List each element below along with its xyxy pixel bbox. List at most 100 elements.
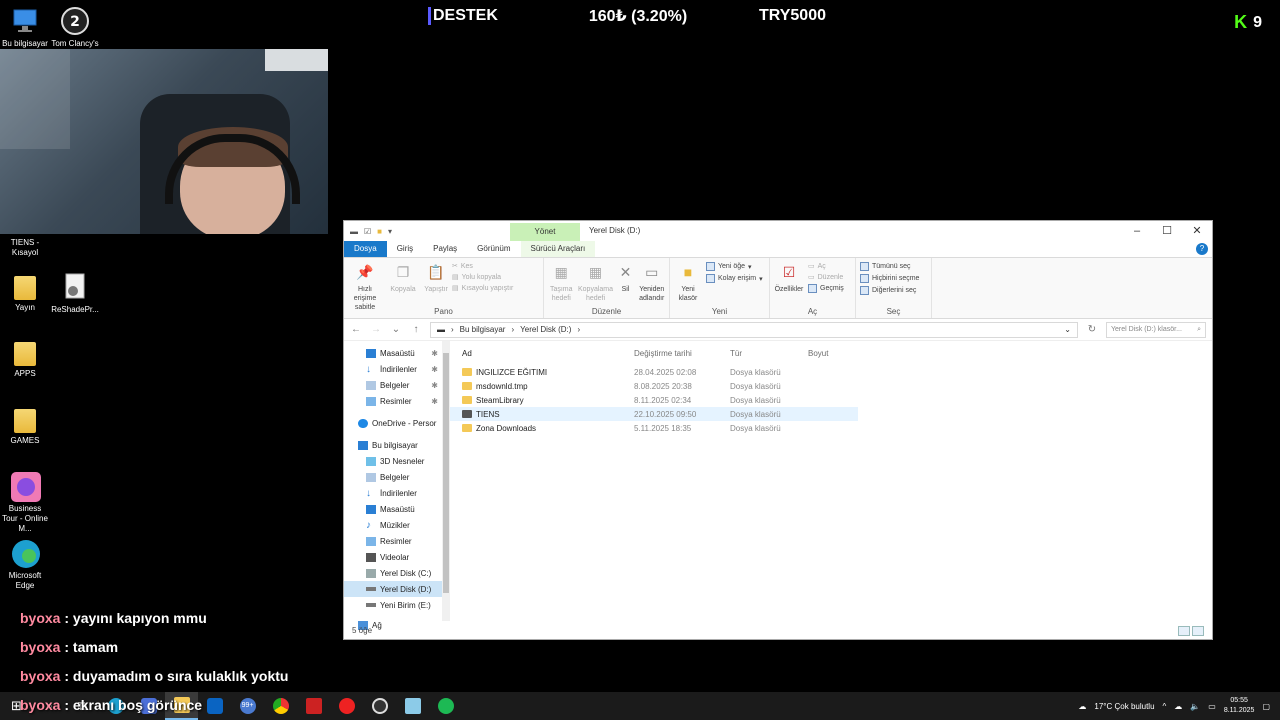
nav-item-drive-d[interactable]: Yerel Disk (D:) — [344, 581, 450, 597]
scrollbar-thumb[interactable] — [443, 353, 449, 593]
file-name: INGILIZCE EĞITIMI — [476, 367, 548, 377]
tab-drive-tools[interactable]: Sürücü Araçları — [520, 241, 596, 257]
desktop-icon-games[interactable]: GAMES — [0, 405, 50, 446]
help-icon[interactable]: ? — [1196, 243, 1208, 255]
column-date[interactable]: Değiştirme tarihi — [634, 349, 730, 358]
nav-item-downloads[interactable]: ↓ İndirilenler ✱ — [344, 361, 450, 377]
tray-chevron-icon[interactable]: ^ — [1163, 702, 1167, 711]
file-name: SteamLibrary — [476, 395, 524, 405]
chat-separator: : — [60, 668, 73, 684]
nav-item-onedrive[interactable]: OneDrive - Persor — [344, 415, 450, 431]
taskbar-spotify[interactable] — [429, 692, 462, 720]
desktop-icon-reshade[interactable]: ReShadePr... — [50, 272, 100, 315]
history-button[interactable]: Geçmiş — [808, 284, 844, 293]
file-name: TIENS — [476, 409, 500, 419]
select-none-icon — [860, 274, 869, 283]
edit-button[interactable]: ▭ Düzenle — [808, 273, 844, 282]
nav-item-pictures[interactable]: Resimler ✱ — [344, 393, 450, 409]
taskbar-voicemeeter[interactable] — [297, 692, 330, 720]
taskbar-notepad[interactable] — [396, 692, 429, 720]
desktop-icon-business-tour[interactable]: Business Tour - Online M... — [0, 471, 50, 534]
details-view-icon[interactable] — [1178, 626, 1190, 636]
desktop-icon-apps[interactable]: APPS — [0, 338, 50, 379]
document-icon — [366, 380, 376, 390]
obs-icon — [371, 698, 388, 714]
table-row[interactable]: Zona Downloads 5.11.2025 18:35 Dosya kla… — [450, 421, 858, 435]
column-name[interactable]: Ad — [462, 349, 634, 358]
new-item-button[interactable]: Yeni öğe ▾ — [706, 262, 763, 271]
refresh-icon[interactable]: ↻ — [1086, 324, 1098, 335]
breadcrumb-drive-d[interactable]: Yerel Disk (D:) — [520, 325, 571, 334]
open-button[interactable]: ▭ Aç — [808, 262, 844, 271]
taskbar-discord[interactable]: 99+ — [231, 692, 264, 720]
cut-button[interactable]: ✂ Kes — [452, 262, 513, 271]
folder-icon — [462, 396, 472, 404]
recent-dropdown-icon[interactable]: ⌄ — [390, 324, 402, 335]
nav-item-desktop-pc[interactable]: Masaüstü — [344, 501, 450, 517]
desktop-icon-this-pc[interactable]: Bu bilgisayar — [0, 6, 50, 49]
desktop-icon-yayin[interactable]: Yayın — [0, 272, 50, 313]
desktop-icon-edge[interactable]: Microsoft Edge — [0, 538, 50, 591]
tab-home[interactable]: Giriş — [387, 241, 423, 257]
back-icon[interactable]: ← — [350, 324, 362, 335]
qat-dropdown-icon[interactable]: ▾ — [388, 227, 392, 236]
nav-item-3d-objects[interactable]: 3D Nesneler — [344, 453, 450, 469]
column-size[interactable]: Boyut — [808, 349, 858, 358]
network-icon[interactable]: ▭ — [1208, 702, 1216, 711]
taskbar-record[interactable] — [330, 692, 363, 720]
nav-item-pictures-pc[interactable]: Resimler — [344, 533, 450, 549]
new-folder-qat-icon[interactable]: ■ — [377, 227, 382, 236]
tab-share[interactable]: Paylaş — [423, 241, 467, 257]
clock[interactable]: 05:55 8.11.2025 — [1224, 696, 1255, 716]
nav-item-drive-c[interactable]: Yerel Disk (C:) — [344, 565, 450, 581]
tab-file[interactable]: Dosya — [344, 241, 387, 257]
search-input[interactable]: Yerel Disk (D:) klasör... ⌕ — [1106, 321, 1206, 338]
select-all-button[interactable]: Tümünü seç — [860, 262, 919, 271]
address-dropdown-icon[interactable]: ⌄ — [1064, 325, 1071, 334]
desktop-icon-tom-clancys[interactable]: 2 Tom Clancy's — [50, 6, 100, 49]
nav-item-videos[interactable]: Videolar — [344, 549, 450, 565]
easy-access-button[interactable]: Kolay erişim ▾ — [706, 274, 763, 283]
tab-group-manage[interactable]: Yönet — [510, 223, 580, 241]
properties-qat-icon[interactable]: ☑ — [364, 227, 371, 236]
nav-item-desktop[interactable]: Masaüstü ✱ — [344, 345, 450, 361]
invert-selection-button[interactable]: Diğerlerini seç — [860, 286, 919, 295]
nav-item-downloads-pc[interactable]: ↓ İndirilenler — [344, 485, 450, 501]
desktop-icon-tiens[interactable]: TIENS - Kısayol — [0, 238, 50, 258]
table-row[interactable]: msdownld.tmp 8.08.2025 20:38 Dosya klasö… — [450, 379, 858, 393]
column-type[interactable]: Tür — [730, 349, 808, 358]
maximize-icon[interactable]: ☐ — [1152, 221, 1182, 241]
nav-item-this-pc[interactable]: Bu bilgisayar — [344, 437, 450, 453]
taskbar-obs[interactable] — [363, 692, 396, 720]
cloud-icon[interactable]: ☁ — [1174, 702, 1182, 711]
paste-label: Yapıştır — [424, 286, 448, 293]
notification-icon[interactable]: ▢ — [1262, 702, 1270, 711]
close-icon[interactable]: ✕ — [1182, 221, 1212, 241]
table-row[interactable]: SteamLibrary 8.11.2025 02:34 Dosya klasö… — [450, 393, 858, 407]
up-icon[interactable]: ↑ — [410, 324, 422, 335]
nav-item-documents[interactable]: Belgeler ✱ — [344, 377, 450, 393]
tab-view[interactable]: Görünüm — [467, 241, 520, 257]
select-none-button[interactable]: Hiçbirini seçme — [860, 274, 919, 283]
volume-icon[interactable]: 🔈 — [1190, 702, 1200, 711]
window-title: Yerel Disk (D:) — [589, 226, 641, 235]
paste-shortcut-button[interactable]: ▤ Kısayolu yapıştır — [452, 284, 513, 293]
large-icons-view-icon[interactable] — [1192, 626, 1204, 636]
table-row[interactable]: INGILIZCE EĞITIMI 28.04.2025 02:08 Dosya… — [450, 365, 858, 379]
window-menu-icon[interactable]: ▬ — [350, 227, 358, 236]
weather-text[interactable]: 17°C Çok bulutlu — [1094, 702, 1154, 711]
forward-icon[interactable]: → — [370, 324, 382, 335]
table-row[interactable]: TIENS 22.10.2025 09:50 Dosya klasörü — [450, 407, 858, 421]
nav-scrollbar[interactable] — [442, 341, 450, 621]
nav-item-documents-pc[interactable]: Belgeler — [344, 469, 450, 485]
taskbar-outlook[interactable] — [198, 692, 231, 720]
nav-item-drive-e[interactable]: Yeni Birim (E:) — [344, 597, 450, 613]
breadcrumb-this-pc[interactable]: Bu bilgisayar — [460, 325, 506, 334]
file-date: 28.04.2025 02:08 — [634, 367, 697, 377]
copy-path-button[interactable]: ▤ Yolu kopyala — [452, 273, 513, 282]
taskbar-chrome[interactable] — [264, 692, 297, 720]
minimize-icon[interactable]: – — [1122, 221, 1152, 241]
nav-item-music[interactable]: ♪ Müzikler — [344, 517, 450, 533]
view-toggle — [1178, 626, 1204, 636]
address-bar[interactable]: ▬ › Bu bilgisayar › Yerel Disk (D:) › ⌄ — [430, 321, 1078, 338]
